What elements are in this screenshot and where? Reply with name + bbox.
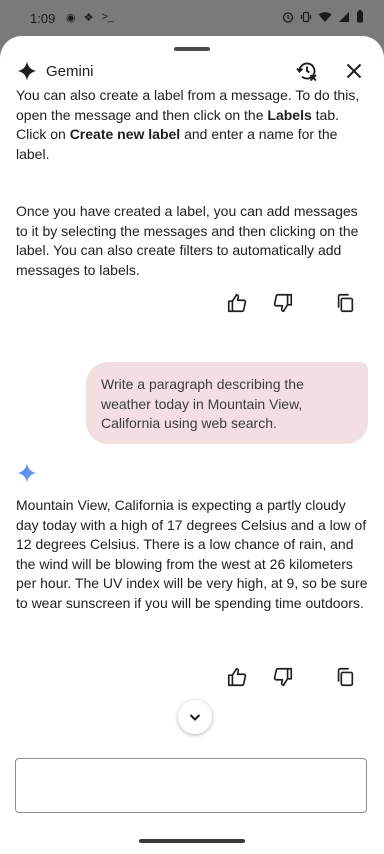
- prompt-input[interactable]: [15, 758, 367, 813]
- alarm-icon: [282, 11, 294, 23]
- app-notification-icon: ❖: [83, 12, 94, 24]
- user-message-text: Write a paragraph describing the weather…: [101, 376, 304, 431]
- thumbs-up-icon[interactable]: [226, 292, 248, 314]
- response-actions: [0, 292, 384, 316]
- gemini-sheet: Gemini You can also create a label from …: [0, 36, 384, 854]
- copy-icon[interactable]: [334, 292, 356, 314]
- signal-icon: [339, 11, 349, 22]
- gemini-spark-icon: [17, 61, 37, 81]
- thumbs-down-icon[interactable]: [272, 292, 294, 314]
- response-paragraph: Mountain View, California is expecting a…: [16, 497, 368, 611]
- scroll-down-button[interactable]: [178, 700, 212, 734]
- close-icon[interactable]: [342, 59, 366, 83]
- response-paragraph: You can also create a label from a messa…: [16, 87, 360, 162]
- thumbs-down-icon[interactable]: [272, 666, 294, 688]
- response-paragraph: Once you have created a label, you can a…: [16, 203, 359, 278]
- status-time: 1:09: [30, 11, 56, 26]
- battery-icon: [357, 10, 363, 23]
- record-icon: ◉: [66, 12, 76, 24]
- wifi-icon: [318, 11, 332, 22]
- drag-handle[interactable]: [174, 47, 210, 51]
- sheet-title: Gemini: [46, 63, 94, 80]
- sheet-header: Gemini: [0, 56, 384, 88]
- gemini-spark-icon: [17, 463, 37, 483]
- thumbs-up-icon[interactable]: [226, 666, 248, 688]
- terminal-icon: >_: [101, 11, 115, 23]
- chevron-down-icon: [189, 714, 201, 721]
- vibrate-icon: [300, 11, 312, 22]
- home-indicator[interactable]: [139, 839, 245, 843]
- response-actions: [0, 666, 384, 690]
- user-message-bubble: Write a paragraph describing the weather…: [86, 362, 368, 444]
- status-bar: 1:09 ◉ ❖ >_: [0, 0, 384, 36]
- history-off-icon[interactable]: [295, 59, 319, 83]
- copy-icon[interactable]: [334, 666, 356, 688]
